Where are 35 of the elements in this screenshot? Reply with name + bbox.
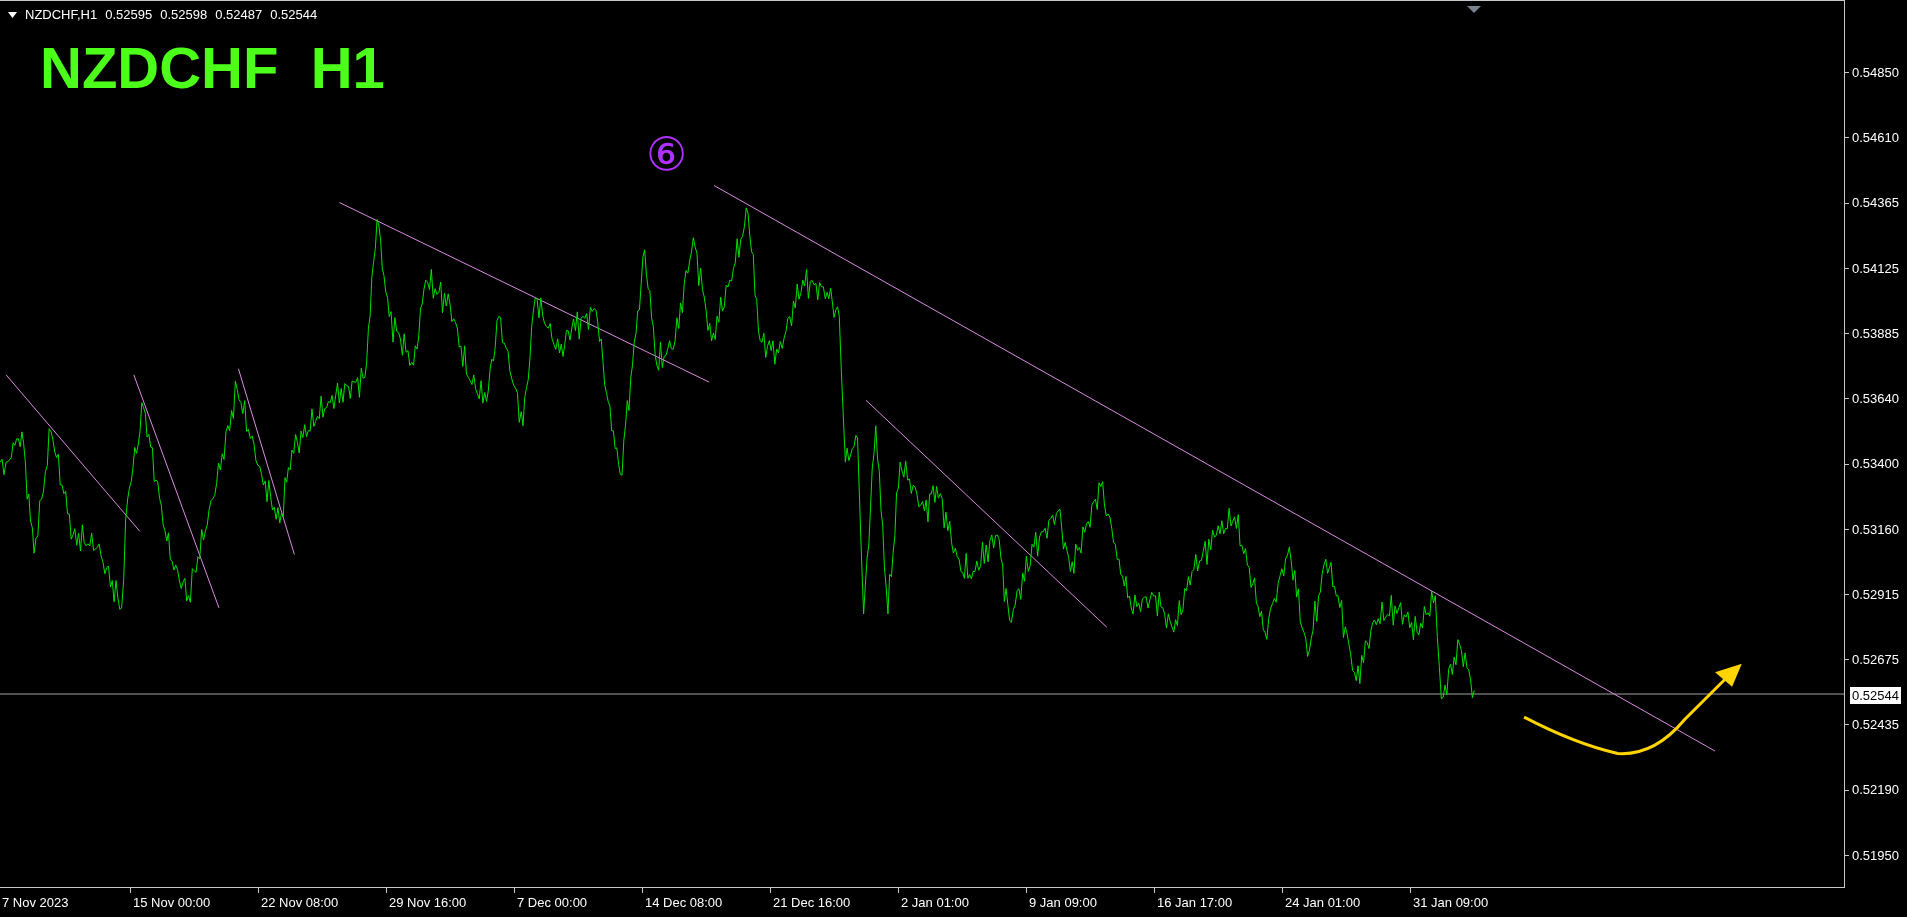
time-axis-label: 7 Nov 2023	[2, 894, 69, 912]
wave-number-label: ⑥	[646, 131, 688, 177]
time-axis-label: 21 Dec 16:00	[773, 894, 851, 912]
current-price-tag: 0.52544	[1850, 687, 1901, 704]
price-axis-label: 0.51950	[1852, 846, 1899, 865]
price-axis-label: 0.53640	[1852, 390, 1899, 409]
time-axis-label: 22 Nov 08:00	[261, 894, 339, 912]
chart-title: NZDCHF H1	[40, 39, 385, 97]
price-axis-label: 0.53885	[1852, 324, 1899, 343]
time-axis-label: 31 Jan 09:00	[1413, 894, 1489, 912]
price-axis-label: 0.53400	[1852, 455, 1899, 474]
time-axis-label: 29 Nov 16:00	[389, 894, 467, 912]
time-axis-label: 9 Jan 09:00	[1029, 894, 1097, 912]
price-axis-label: 0.54850	[1852, 63, 1899, 82]
price-axis-label: 0.52675	[1852, 650, 1899, 669]
price-axis-label: 0.54125	[1852, 259, 1899, 278]
symbol-label: NZDCHF,H1	[25, 6, 98, 24]
price-quote: 0.52598	[160, 6, 208, 24]
price-quote: 0.52487	[215, 6, 263, 24]
time-axis-label: 7 Dec 00:00	[517, 894, 588, 912]
time-axis-label: 15 Nov 00:00	[133, 894, 211, 912]
price-quote: 0.52544	[270, 6, 318, 24]
scroll-marker-icon[interactable]	[1467, 6, 1481, 13]
price-quote: 0.52595	[105, 6, 153, 24]
time-axis-label: 16 Jan 17:00	[1157, 894, 1233, 912]
price-axis-label: 0.52190	[1852, 781, 1899, 800]
price-axis-label: 0.53160	[1852, 520, 1899, 539]
dropdown-triangle-icon[interactable]	[8, 11, 17, 18]
time-axis-label: 14 Dec 08:00	[645, 894, 723, 912]
price-axis-label: 0.52435	[1852, 716, 1899, 735]
time-axis-label: 24 Jan 01:00	[1285, 894, 1361, 912]
price-axis-label: 0.54365	[1852, 194, 1899, 213]
price-axis-label: 0.52915	[1852, 585, 1899, 604]
price-axis-label: 0.54610	[1852, 129, 1899, 148]
time-axis-label: 2 Jan 01:00	[901, 894, 969, 912]
